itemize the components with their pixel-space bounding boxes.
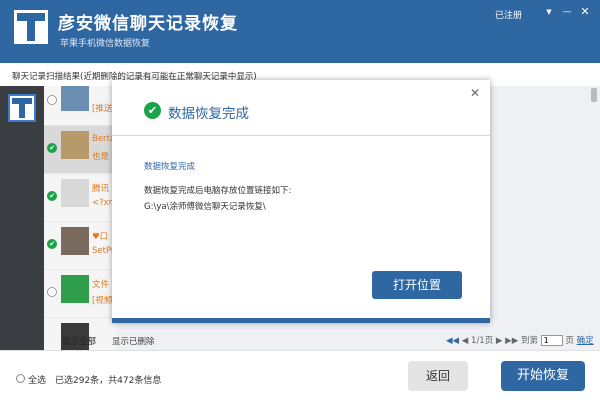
title-bar: 彦安微信聊天记录恢复 苹果手机微信数据恢复 已注册 ▼ — ✕: [0, 0, 600, 63]
dialog-header: ✔ 数据恢复完成 ✕: [112, 80, 490, 136]
success-check-icon: ✔: [144, 102, 161, 119]
avatar: [61, 86, 89, 111]
first-page-icon[interactable]: ◀◀: [446, 336, 459, 346]
next-page-icon[interactable]: ▶: [496, 336, 503, 346]
prev-page-icon[interactable]: ◀: [462, 336, 469, 346]
contact-name: ♥口: [92, 232, 109, 242]
open-location-button[interactable]: 打开位置: [372, 271, 462, 299]
checkbox-checked[interactable]: ✔: [47, 239, 57, 249]
checkbox[interactable]: [47, 95, 57, 105]
avatar: [61, 131, 89, 159]
avatar: [61, 275, 89, 303]
avatar: [61, 179, 89, 207]
page-unit: 页: [565, 336, 574, 346]
pager: ◀◀ ◀ 1/1页 ▶ ▶▶ 到第 页 确定: [446, 334, 594, 346]
sidebar: [0, 86, 44, 350]
select-all-radio[interactable]: [16, 374, 25, 383]
checkbox-checked[interactable]: ✔: [47, 143, 57, 153]
dialog-accent-bar: [112, 318, 490, 323]
show-all-filter[interactable]: 显示全部: [62, 335, 96, 347]
dialog-close-icon[interactable]: ✕: [469, 87, 481, 99]
list-item[interactable]: ✔ Berta 也是: [44, 126, 116, 174]
chat-list: [推送 ✔ Berta 也是 ✔ 腾讯 <?xm ✔ ♥口 SetPu 文件 […: [44, 86, 116, 350]
back-button[interactable]: 返回: [408, 361, 468, 391]
registered-status[interactable]: 已注册: [495, 8, 522, 21]
start-recovery-button[interactable]: 开始恢复: [501, 361, 585, 391]
dialog-title: 数据恢复完成: [168, 106, 249, 122]
app-subtitle: 苹果手机微信数据恢复: [60, 39, 151, 49]
selection-count: 已选292条，共472条信息: [55, 376, 162, 386]
message-preview: [视频: [92, 296, 113, 306]
minimize-icon[interactable]: —: [558, 3, 576, 21]
select-all-label[interactable]: 全选: [28, 373, 46, 386]
scrollbar[interactable]: [591, 88, 597, 102]
goto-confirm-link[interactable]: 确定: [577, 336, 594, 346]
list-item[interactable]: ✔ ♥口 SetPu: [44, 222, 116, 270]
recovery-path: G:\ya\涂师傅微信聊天记录恢复\: [144, 202, 266, 212]
checkbox[interactable]: [47, 287, 57, 297]
app-logo: [14, 10, 48, 44]
recovery-complete-dialog: ✔ 数据恢复完成 ✕ 数据恢复完成 数据恢复完成后电脑存放位置链接如下: G:\…: [112, 80, 490, 323]
app-title: 彦安微信聊天记录恢复: [58, 14, 238, 34]
message-preview: [推送: [92, 104, 113, 114]
message-preview: 也是: [92, 152, 110, 162]
show-deleted-filter[interactable]: 显示已删除: [112, 335, 155, 347]
checkbox-checked[interactable]: ✔: [47, 191, 57, 201]
contact-name: 文件: [92, 280, 110, 290]
list-item[interactable]: 文件 [视频: [44, 270, 116, 318]
contact-name: 腾讯: [92, 184, 110, 194]
dialog-description: 数据恢复完成后电脑存放位置链接如下:: [144, 186, 292, 196]
dropdown-icon[interactable]: ▼: [540, 3, 558, 21]
list-item[interactable]: ✔ 腾讯 <?xm: [44, 174, 116, 222]
goto-label: 到第: [520, 336, 538, 346]
list-item[interactable]: [推送: [44, 86, 116, 126]
page-input[interactable]: [540, 335, 563, 346]
last-page-icon[interactable]: ▶▶: [505, 336, 518, 346]
avatar: [61, 227, 89, 255]
dialog-subtitle: 数据恢复完成: [144, 162, 196, 172]
sidebar-logo: [8, 94, 36, 122]
page-info: 1/1页: [471, 336, 494, 346]
close-icon[interactable]: ✕: [576, 3, 594, 21]
